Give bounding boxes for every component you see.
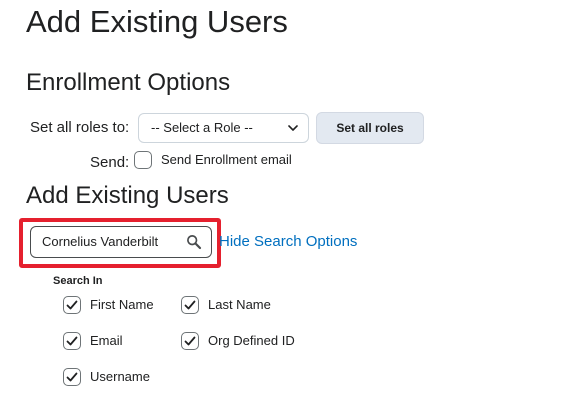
checkmark-icon	[66, 336, 78, 346]
last-name-label: Last Name	[208, 297, 271, 312]
add-existing-users-page: Add Existing Users Enrollment Options Se…	[0, 0, 571, 408]
search-in-label: Search In	[53, 275, 103, 287]
chevron-down-icon	[288, 125, 298, 131]
last-name-checkbox[interactable]	[181, 296, 199, 314]
add-existing-users-heading: Add Existing Users	[26, 182, 229, 209]
send-label: Send:	[90, 154, 130, 171]
checkmark-icon	[184, 300, 196, 310]
search-icon[interactable]	[186, 234, 202, 250]
role-select-value: -- Select a Role --	[151, 120, 253, 135]
checkmark-icon	[184, 336, 196, 346]
email-label: Email	[90, 333, 123, 348]
checkmark-icon	[66, 372, 78, 382]
search-input-value: Cornelius Vanderbilt	[42, 234, 159, 249]
first-name-label: First Name	[90, 297, 154, 312]
set-roles-label: Set all roles to:	[30, 119, 130, 136]
role-select[interactable]: -- Select a Role --	[138, 113, 309, 143]
org-defined-id-checkbox[interactable]	[181, 332, 199, 350]
email-checkbox[interactable]	[63, 332, 81, 350]
first-name-checkbox[interactable]	[63, 296, 81, 314]
set-all-roles-button[interactable]: Set all roles	[316, 112, 424, 144]
username-label: Username	[90, 369, 150, 384]
username-checkbox[interactable]	[63, 368, 81, 386]
checkmark-icon	[66, 300, 78, 310]
hide-search-options-link[interactable]: Hide Search Options	[219, 233, 357, 251]
enrollment-options-heading: Enrollment Options	[26, 69, 231, 96]
org-defined-id-label: Org Defined ID	[208, 333, 295, 348]
page-title: Add Existing Users	[26, 4, 288, 39]
send-enrollment-email-label: Send Enrollment email	[161, 152, 292, 167]
user-search-input[interactable]: Cornelius Vanderbilt	[30, 226, 212, 258]
send-enrollment-email-checkbox[interactable]	[134, 151, 152, 169]
